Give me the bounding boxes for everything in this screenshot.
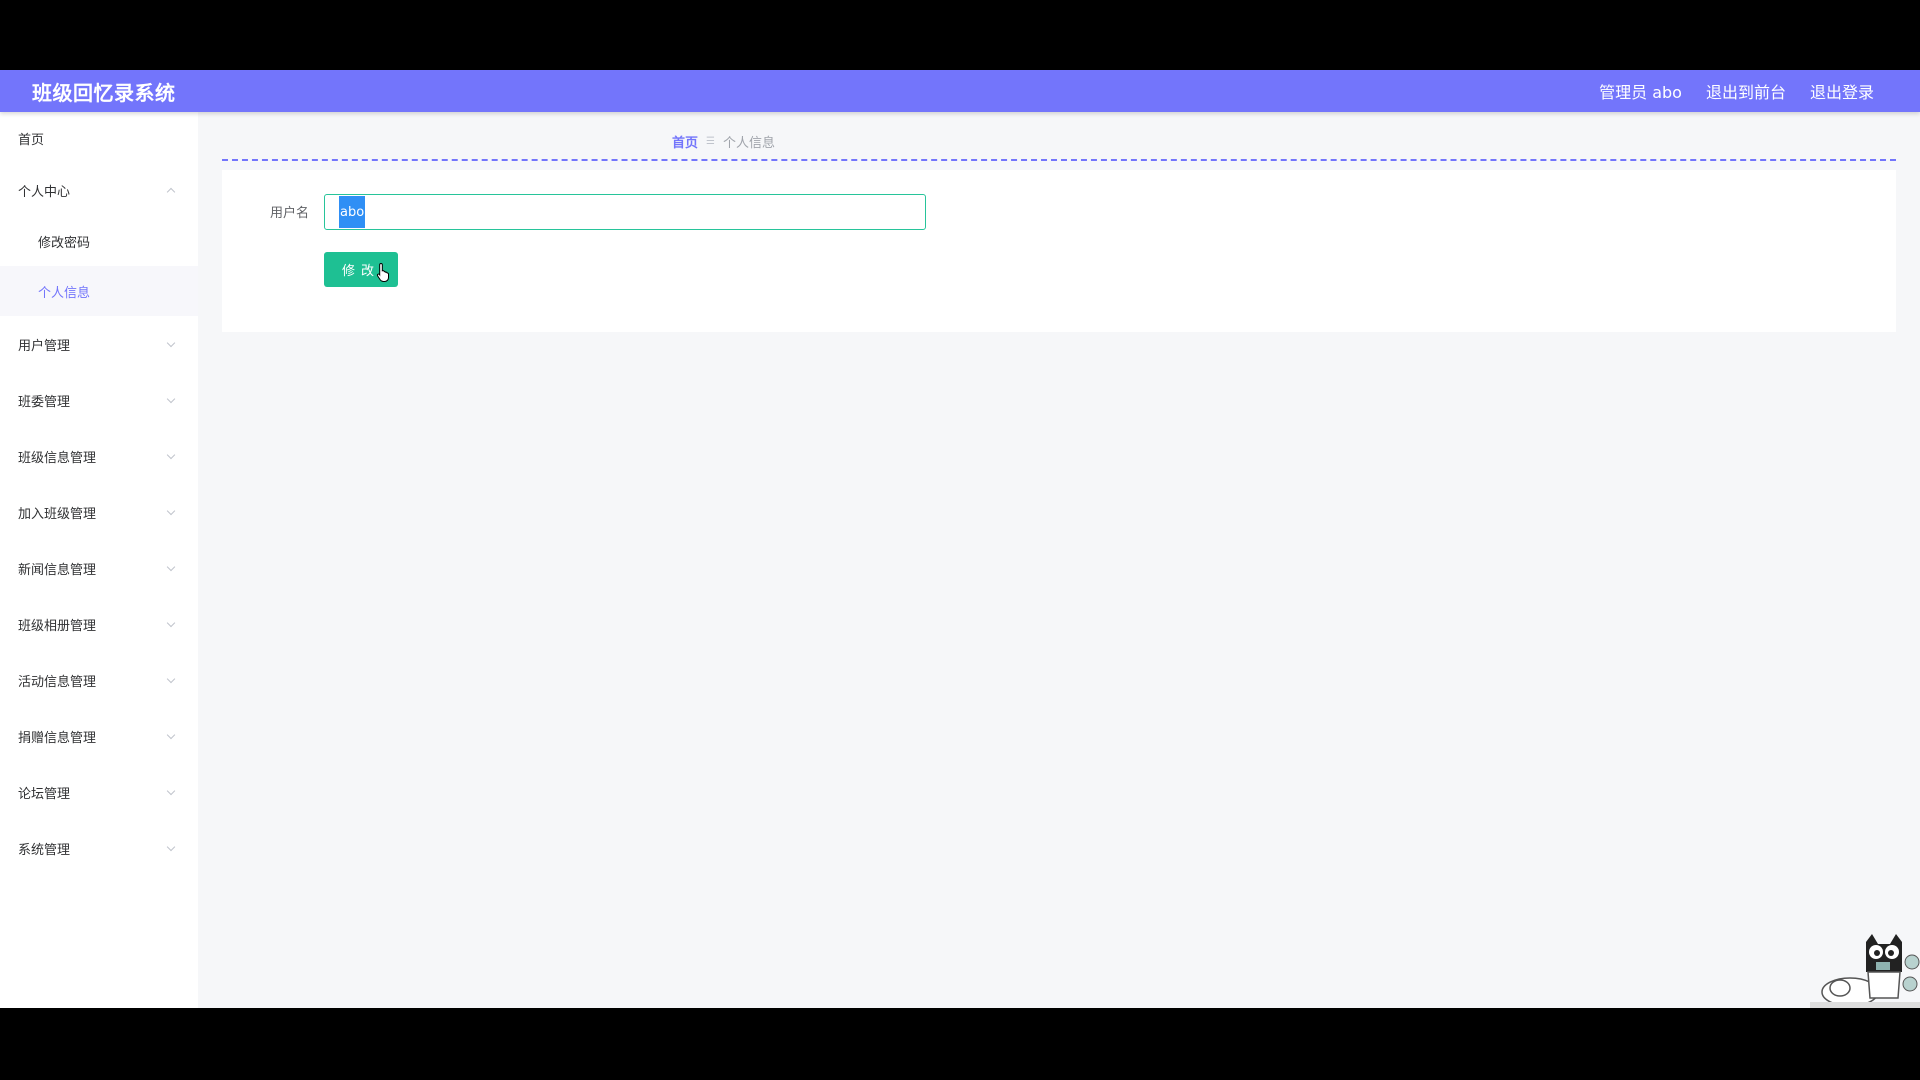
sidebar: 首页 个人中心 修改密码 个人信息 用户管理 班委管理 班级信息管理 加入班级管…	[0, 112, 198, 1008]
chevron-down-icon	[166, 619, 176, 629]
sidebar-item-label: 活动信息管理	[18, 674, 97, 690]
mascot-cat-icon	[1810, 934, 1920, 1008]
chevron-down-icon	[166, 731, 176, 741]
sidebar-item-label: 系统管理	[18, 842, 71, 858]
sidebar-item-album-management[interactable]: 班级相册管理	[0, 596, 198, 652]
sidebar-item-donation-management[interactable]: 捐赠信息管理	[0, 708, 198, 764]
sidebar-item-label: 个人中心	[18, 184, 71, 200]
sidebar-item-label: 个人信息	[38, 285, 91, 301]
sidebar-item-label: 修改密码	[38, 235, 91, 251]
hand-pointer-icon	[376, 262, 389, 282]
sidebar-item-change-password[interactable]: 修改密码	[0, 216, 198, 266]
sidebar-item-system-management[interactable]: 系统管理	[0, 820, 198, 876]
app-screen: 班级回忆录系统 管理员 abo 退出到前台 退出登录 首页 个人中心 修改密码 …	[0, 70, 1920, 1008]
chevron-down-icon	[166, 507, 176, 517]
breadcrumb-separator-icon: ☰	[706, 136, 715, 147]
app-title: 班级回忆录系统	[32, 80, 176, 105]
chevron-down-icon	[166, 339, 176, 349]
top-navbar: 班级回忆录系统 管理员 abo 退出到前台 退出登录	[0, 70, 1920, 112]
sidebar-item-label: 班委管理	[18, 394, 71, 410]
chevron-down-icon	[166, 675, 176, 685]
sidebar-item-user-management[interactable]: 用户管理	[0, 316, 198, 372]
sidebar-item-label: 论坛管理	[18, 786, 71, 802]
chevron-down-icon	[166, 843, 176, 853]
divider	[222, 159, 1896, 161]
sidebar-item-class-info-management[interactable]: 班级信息管理	[0, 428, 198, 484]
chevron-down-icon	[166, 787, 176, 797]
top-actions: 管理员 abo 退出到前台 退出登录	[1599, 79, 1874, 103]
sidebar-item-committee-management[interactable]: 班委管理	[0, 372, 198, 428]
chevron-up-icon	[166, 185, 176, 195]
chevron-down-icon	[166, 451, 176, 461]
breadcrumb: 首页 ☰ 个人信息	[672, 132, 775, 151]
sidebar-item-personal-center[interactable]: 个人中心	[0, 164, 198, 216]
sidebar-item-label: 捐赠信息管理	[18, 730, 97, 746]
sidebar-item-label: 新闻信息管理	[18, 562, 97, 578]
profile-form-card: 用户名 abo 修改	[222, 170, 1896, 332]
sidebar-item-label: 加入班级管理	[18, 506, 97, 522]
logout-link[interactable]: 退出登录	[1810, 79, 1874, 103]
sidebar-item-activity-management[interactable]: 活动信息管理	[0, 652, 198, 708]
front-link[interactable]: 退出到前台	[1706, 79, 1786, 103]
sidebar-item-home[interactable]: 首页	[0, 112, 198, 164]
username-label: 用户名	[270, 206, 310, 221]
breadcrumb-current: 个人信息	[722, 136, 775, 151]
sidebar-item-personal-info[interactable]: 个人信息	[0, 266, 198, 316]
sidebar-item-label: 首页	[18, 132, 45, 148]
username-input[interactable]: abo	[324, 194, 926, 230]
sidebar-item-label: 班级相册管理	[18, 618, 97, 634]
username-value: abo	[339, 196, 366, 228]
chevron-down-icon	[166, 395, 176, 405]
sidebar-item-news-management[interactable]: 新闻信息管理	[0, 540, 198, 596]
sidebar-item-join-class-management[interactable]: 加入班级管理	[0, 484, 198, 540]
breadcrumb-home[interactable]: 首页	[672, 132, 698, 151]
sidebar-item-label: 班级信息管理	[18, 450, 97, 466]
sidebar-item-label: 用户管理	[18, 338, 71, 354]
sidebar-item-forum-management[interactable]: 论坛管理	[0, 764, 198, 820]
user-label: 管理员 abo	[1599, 83, 1682, 102]
chevron-down-icon	[166, 563, 176, 573]
